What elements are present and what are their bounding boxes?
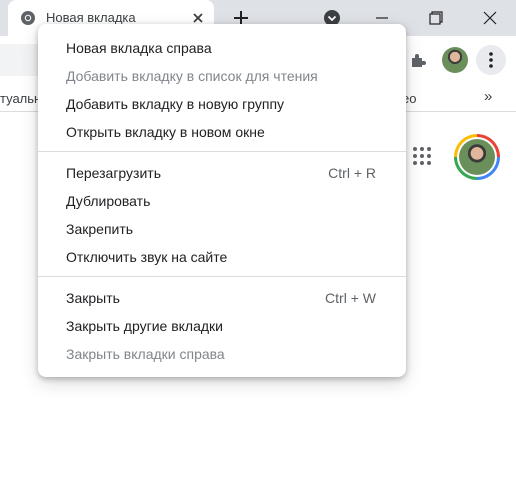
google-account-avatar[interactable] — [454, 134, 500, 180]
google-apps-icon[interactable] — [412, 146, 432, 166]
menu-item-label: Закрепить — [66, 221, 134, 237]
menu-item-mute-site[interactable]: Отключить звук на сайте — [38, 243, 406, 271]
menu-item-close[interactable]: Закрыть Ctrl + W — [38, 284, 406, 312]
menu-item-close-tabs-right: Закрыть вкладки справа — [38, 340, 406, 368]
menu-item-label: Закрыть — [66, 290, 120, 306]
menu-item-label: Закрыть вкладки справа — [66, 346, 225, 362]
tab-title: Новая вкладка — [46, 10, 136, 25]
menu-item-new-tab-right[interactable]: Новая вкладка справа — [38, 34, 406, 62]
menu-item-reload[interactable]: Перезагрузить Ctrl + R — [38, 159, 406, 187]
menu-item-add-to-new-group[interactable]: Добавить вкладку в новую группу — [38, 90, 406, 118]
restore-icon[interactable] — [426, 8, 446, 28]
menu-item-label: Добавить вкладку в новую группу — [66, 96, 285, 112]
menu-separator — [38, 276, 406, 277]
avatar-photo — [459, 139, 495, 175]
menu-item-label: Добавить вкладку в список для чтения — [66, 68, 318, 84]
bookmark-item[interactable]: туальн — [0, 91, 41, 106]
avatar-ring-inner — [457, 137, 497, 177]
menu-item-add-to-reading-list: Добавить вкладку в список для чтения — [38, 62, 406, 90]
menu-item-close-other-tabs[interactable]: Закрыть другие вкладки — [38, 312, 406, 340]
profile-avatar[interactable] — [442, 47, 468, 73]
extensions-icon[interactable] — [408, 50, 428, 70]
tab-context-menu: Новая вкладка справа Добавить вкладку в … — [38, 24, 406, 377]
menu-item-shortcut: Ctrl + W — [325, 290, 376, 306]
menu-item-label: Закрыть другие вкладки — [66, 318, 224, 334]
menu-item-shortcut: Ctrl + R — [328, 165, 376, 181]
window-close-icon[interactable] — [480, 8, 500, 28]
more-menu-button[interactable] — [476, 45, 506, 75]
bookmarks-more-button[interactable]: » — [484, 88, 492, 105]
menu-item-duplicate[interactable]: Дублировать — [38, 187, 406, 215]
menu-item-label: Дублировать — [66, 193, 151, 209]
menu-item-pin[interactable]: Закрепить — [38, 215, 406, 243]
menu-item-label: Открыть вкладку в новом окне — [66, 124, 265, 140]
chrome-icon — [20, 10, 36, 26]
menu-separator — [38, 151, 406, 152]
menu-item-label: Перезагрузить — [66, 165, 161, 181]
menu-item-label: Отключить звук на сайте — [66, 249, 228, 265]
menu-item-open-in-new-window[interactable]: Открыть вкладку в новом окне — [38, 118, 406, 146]
menu-item-label: Новая вкладка справа — [66, 40, 212, 56]
